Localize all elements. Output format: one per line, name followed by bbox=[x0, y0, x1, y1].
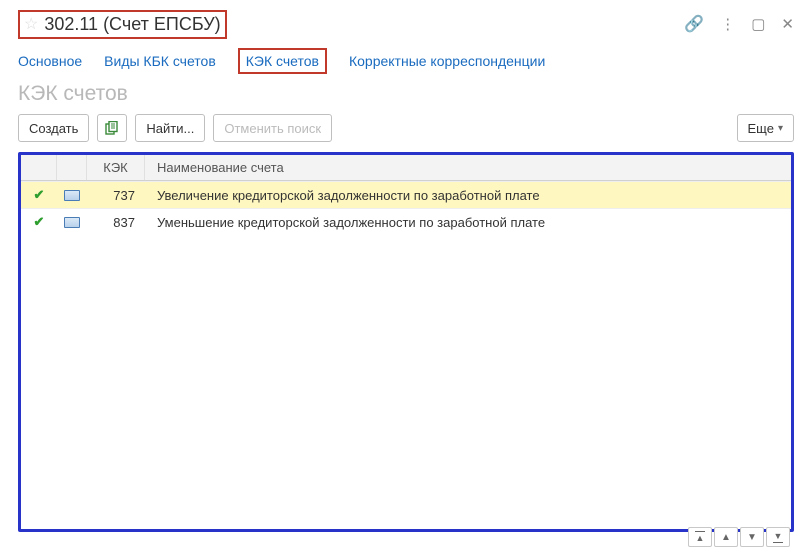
column-name[interactable]: Наименование счета bbox=[145, 155, 791, 181]
attach-link-icon[interactable]: 🔗 bbox=[684, 14, 704, 34]
table: КЭК Наименование счета ✔ 737 Увеличение … bbox=[18, 152, 794, 532]
favorite-star-icon[interactable]: ☆ bbox=[24, 14, 38, 34]
table-row[interactable]: ✔ 837 Уменьшение кредиторской задолженно… bbox=[21, 208, 791, 235]
close-window-icon[interactable]: ✕ bbox=[781, 15, 794, 33]
title-bar: ☆ 302.11 (Счет ЕПСБУ) 🔗 ⋮ ▢ ✕ bbox=[18, 10, 794, 38]
table-header: КЭК Наименование счета bbox=[21, 155, 791, 181]
row-kek: 837 bbox=[87, 209, 145, 235]
window-root: ☆ 302.11 (Счет ЕПСБУ) 🔗 ⋮ ▢ ✕ Основное В… bbox=[0, 0, 808, 557]
create-button[interactable]: Создать bbox=[18, 114, 89, 142]
nav-down-button[interactable] bbox=[740, 527, 764, 547]
more-menu-icon[interactable]: ⋮ bbox=[720, 15, 735, 33]
column-icon[interactable] bbox=[57, 155, 87, 180]
tabs-bar: Основное Виды КБК счетов КЭК счетов Корр… bbox=[18, 48, 794, 74]
record-card-icon bbox=[64, 217, 80, 228]
row-name: Уменьшение кредиторской задолженности по… bbox=[145, 209, 791, 236]
copy-icon bbox=[105, 121, 119, 135]
tab-main[interactable]: Основное bbox=[18, 53, 82, 69]
tab-kek[interactable]: КЭК счетов bbox=[238, 48, 327, 74]
row-kek: 737 bbox=[87, 182, 145, 208]
cancel-search-button: Отменить поиск bbox=[213, 114, 332, 142]
tab-corr[interactable]: Корректные корреспонденции bbox=[349, 53, 545, 69]
chevron-down-icon: ▾ bbox=[778, 123, 783, 134]
restore-window-icon[interactable]: ▢ bbox=[751, 15, 765, 33]
column-check[interactable] bbox=[21, 155, 57, 180]
more-button[interactable]: Еще ▾ bbox=[737, 114, 794, 142]
window-title: 302.11 (Счет ЕПСБУ) bbox=[44, 14, 220, 35]
title-highlight-box: ☆ 302.11 (Счет ЕПСБУ) bbox=[18, 10, 227, 39]
more-button-label: Еще bbox=[748, 121, 774, 136]
find-button[interactable]: Найти... bbox=[135, 114, 205, 142]
nav-up-button[interactable] bbox=[714, 527, 738, 547]
record-card-icon bbox=[64, 190, 80, 201]
nav-top-button[interactable] bbox=[688, 527, 712, 547]
column-kek[interactable]: КЭК bbox=[87, 155, 145, 180]
tab-kbk[interactable]: Виды КБК счетов bbox=[104, 53, 216, 69]
checkmark-icon: ✔ bbox=[34, 214, 45, 230]
row-name: Увеличение кредиторской задолженности по… bbox=[145, 182, 791, 209]
nav-buttons bbox=[688, 527, 790, 547]
table-row[interactable]: ✔ 737 Увеличение кредиторской задолженно… bbox=[21, 181, 791, 208]
toolbar: Создать Найти... Отменить поиск Еще ▾ bbox=[18, 114, 794, 142]
create-copy-button[interactable] bbox=[97, 114, 127, 142]
section-heading: КЭК счетов bbox=[18, 82, 794, 106]
nav-bottom-button[interactable] bbox=[766, 527, 790, 547]
checkmark-icon: ✔ bbox=[34, 187, 45, 203]
